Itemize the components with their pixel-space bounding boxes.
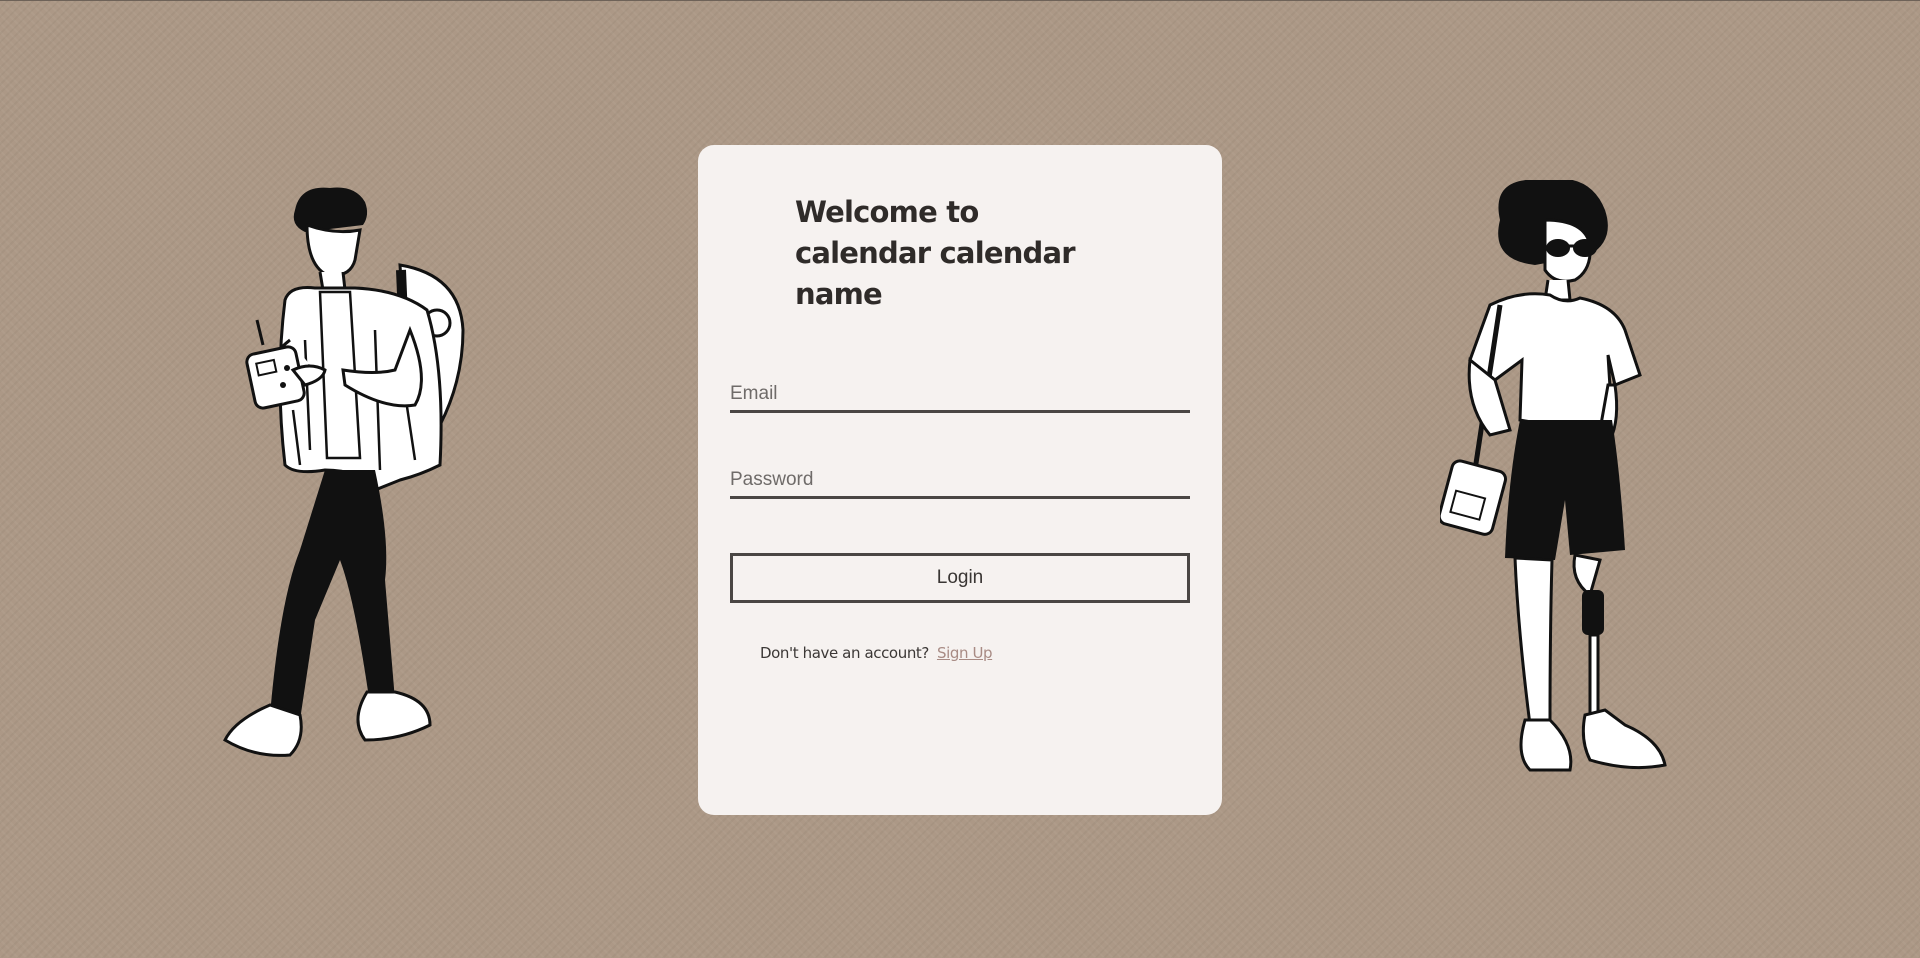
woman-with-sunglasses-illustration [1440, 180, 1720, 790]
signup-row: Don't have an account? Sign Up [760, 644, 993, 662]
login-title: Welcome to calendar calendar name [795, 195, 1076, 311]
man-walking-illustration [215, 180, 475, 780]
email-field[interactable] [730, 377, 1190, 413]
signup-prompt: Don't have an account? [760, 644, 929, 662]
password-field[interactable] [730, 463, 1190, 499]
top-border [0, 0, 1920, 1]
signup-link[interactable]: Sign Up [937, 644, 993, 662]
login-card: Welcome to calendar calendar name Login … [698, 145, 1222, 815]
login-button[interactable]: Login [730, 553, 1190, 603]
